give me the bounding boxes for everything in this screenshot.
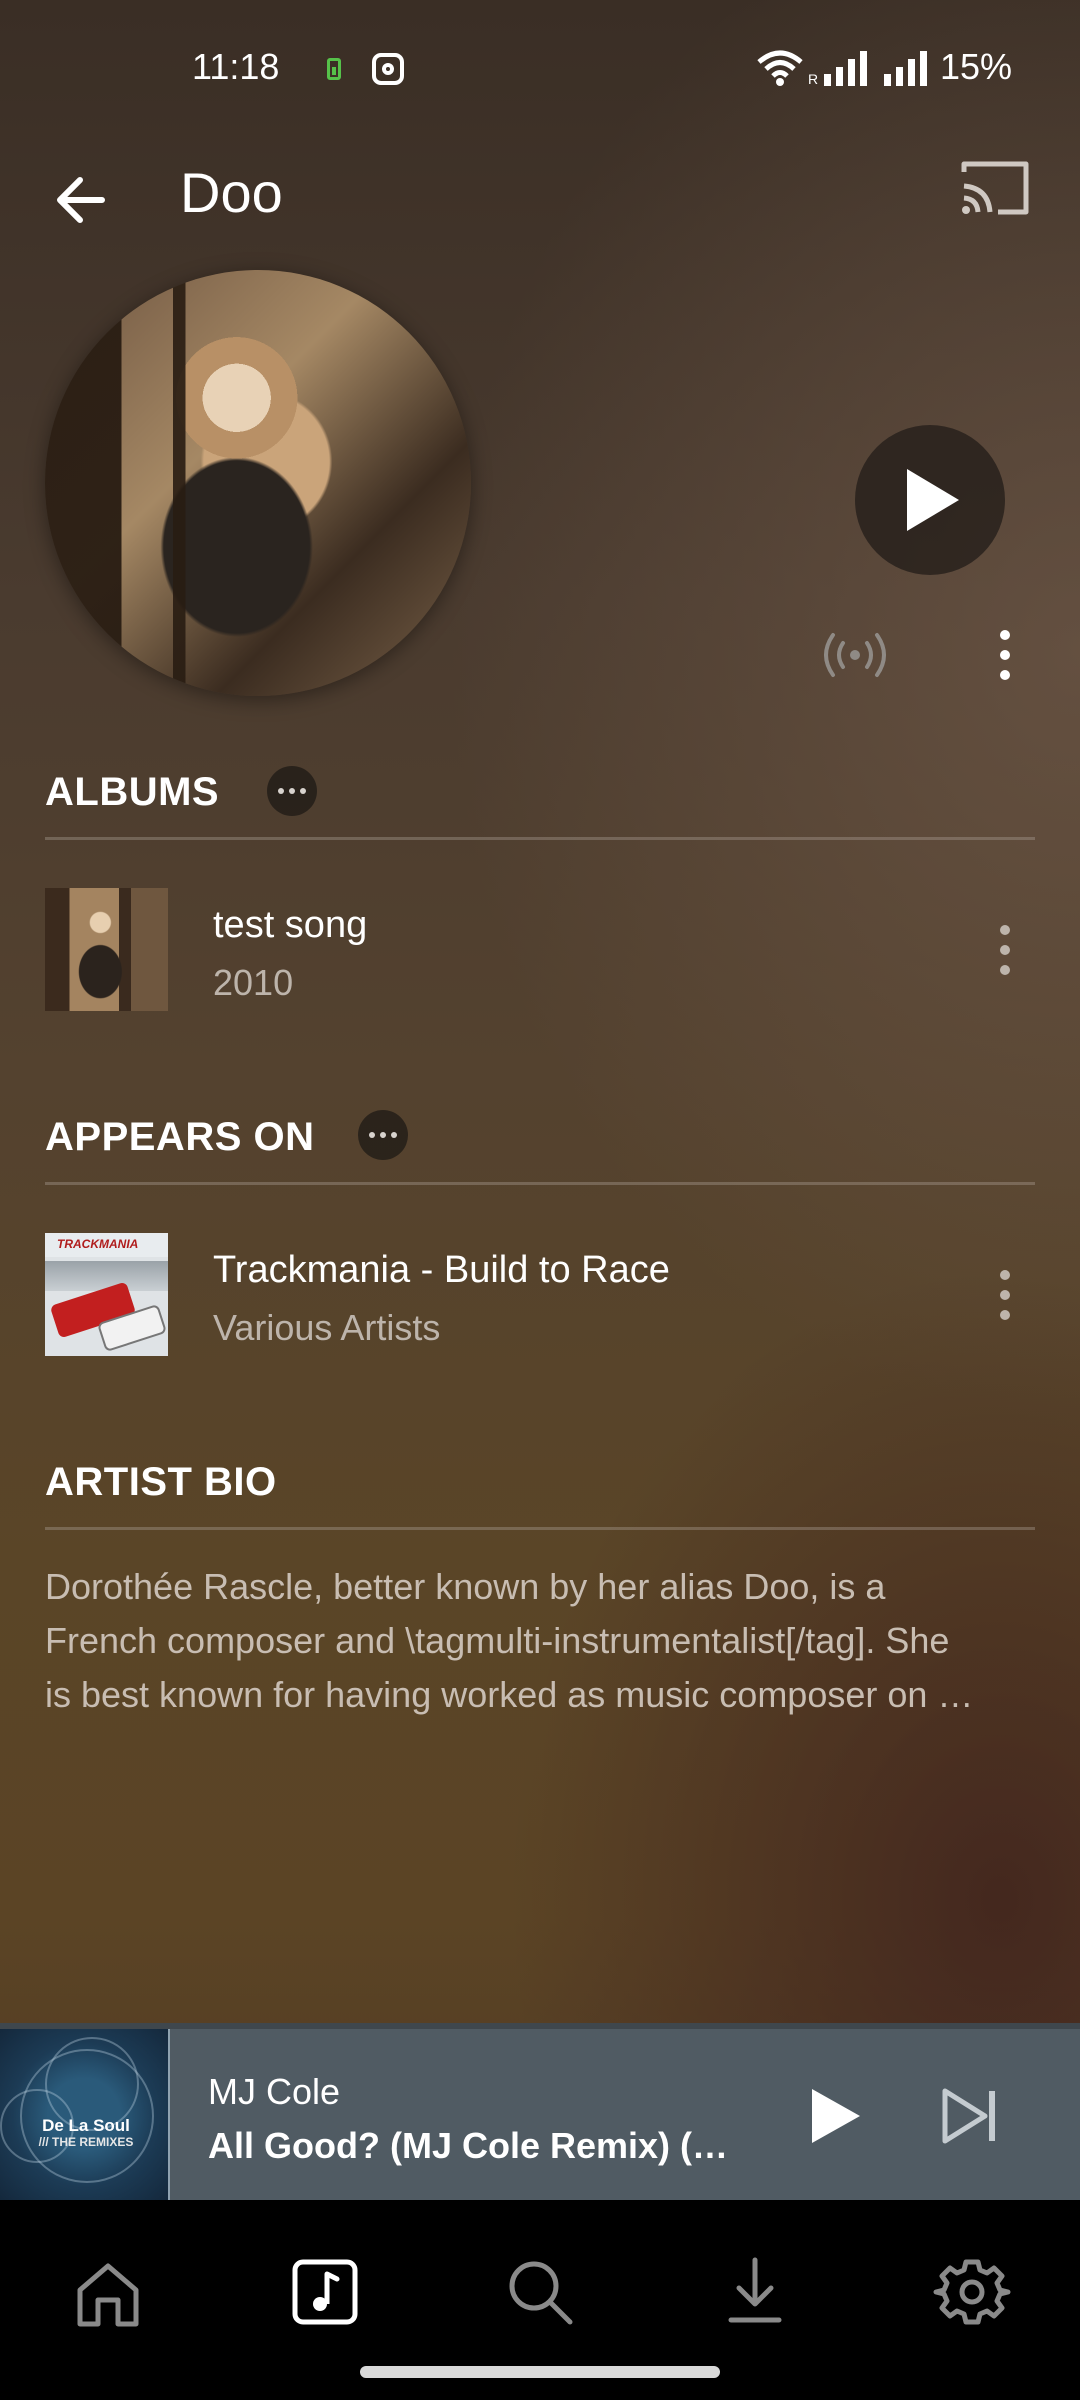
play-icon <box>907 469 959 531</box>
now-playing-artist: MJ Cole <box>208 2071 341 2112</box>
arrow-left-icon <box>57 177 105 223</box>
back-button[interactable] <box>40 158 130 248</box>
battery-percent: 15% <box>940 46 1013 87</box>
radio-icon <box>824 633 886 677</box>
nav-home[interactable] <box>58 2242 158 2342</box>
now-playing-title: All Good? (MJ Cole Remix) (… <box>208 2125 729 2166</box>
appears-on-more-button[interactable] <box>358 1110 408 1160</box>
album-row[interactable]: test song 2010 <box>0 870 1080 1030</box>
bio-line: Dorothée Rascle, better known by her ali… <box>45 1566 886 1607</box>
nav-settings[interactable] <box>922 2242 1022 2342</box>
more-vertical-icon <box>1000 630 1010 680</box>
mini-play-button[interactable] <box>790 2071 880 2161</box>
album-art <box>45 888 168 1011</box>
bio-line: is best known for having worked as music… <box>45 1674 974 1715</box>
appears-on-heading: APPEARS ON <box>45 1115 315 1159</box>
cast-button[interactable] <box>950 150 1040 230</box>
status-bar: 11:18 R 15% <box>0 0 1080 120</box>
artist-photo <box>45 270 471 696</box>
cast-icon <box>961 161 1029 215</box>
album-title: test song <box>213 904 368 946</box>
appears-on-row[interactable]: TRACKMANIA Trackmania - Build to Race Va… <box>0 1215 1080 1375</box>
albums-more-button[interactable] <box>267 766 317 816</box>
album-more-button[interactable] <box>985 920 1025 980</box>
nav-search[interactable] <box>490 2242 590 2342</box>
battery-charging-icon <box>327 58 341 80</box>
signal-icon <box>884 51 927 86</box>
divider <box>45 1527 1035 1530</box>
album-artist: Various Artists <box>213 1307 441 1348</box>
play-icon <box>812 2089 860 2143</box>
more-vertical-icon <box>1000 925 1010 975</box>
status-time: 11:18 <box>192 46 280 87</box>
album-year: 2010 <box>213 962 294 1003</box>
download-icon <box>728 2257 782 2323</box>
now-playing-art: De La Soul /// THE REMIXES <box>0 2029 170 2200</box>
signal-icon: R <box>808 51 867 86</box>
albums-heading: ALBUMS <box>45 770 220 814</box>
home-icon <box>77 2263 139 2327</box>
nav-library[interactable] <box>275 2242 375 2342</box>
nav-downloads[interactable] <box>705 2242 805 2342</box>
svg-text:R: R <box>808 71 818 86</box>
search-icon <box>509 2261 573 2325</box>
settings-icon <box>933 2259 1011 2325</box>
artist-bio-text[interactable]: Dorothée Rascle, better known by her ali… <box>45 1560 1035 1722</box>
play-artist-button[interactable] <box>855 425 1005 575</box>
mini-player[interactable]: De La Soul /// THE REMIXES MJ Cole All G… <box>0 2023 1080 2200</box>
album-more-button[interactable] <box>985 1265 1025 1325</box>
divider <box>45 837 1035 840</box>
page-title: Doo <box>180 161 283 224</box>
skip-next-icon <box>942 2088 995 2144</box>
instagram-icon <box>372 53 404 85</box>
artist-more-button[interactable] <box>985 625 1025 685</box>
album-title: Trackmania - Build to Race <box>213 1249 670 1291</box>
music-library-icon <box>292 2259 358 2325</box>
wifi-icon <box>757 50 803 86</box>
gesture-home-bar[interactable] <box>360 2366 720 2378</box>
artist-bio-heading: ARTIST BIO <box>45 1460 277 1504</box>
more-vertical-icon <box>1000 1270 1010 1320</box>
skip-next-button[interactable] <box>925 2071 1015 2161</box>
artist-radio-button[interactable] <box>815 625 895 685</box>
bio-line: French composer and \tagmulti-instrument… <box>45 1620 950 1661</box>
album-art: TRACKMANIA <box>45 1233 168 1356</box>
divider <box>45 1182 1035 1185</box>
